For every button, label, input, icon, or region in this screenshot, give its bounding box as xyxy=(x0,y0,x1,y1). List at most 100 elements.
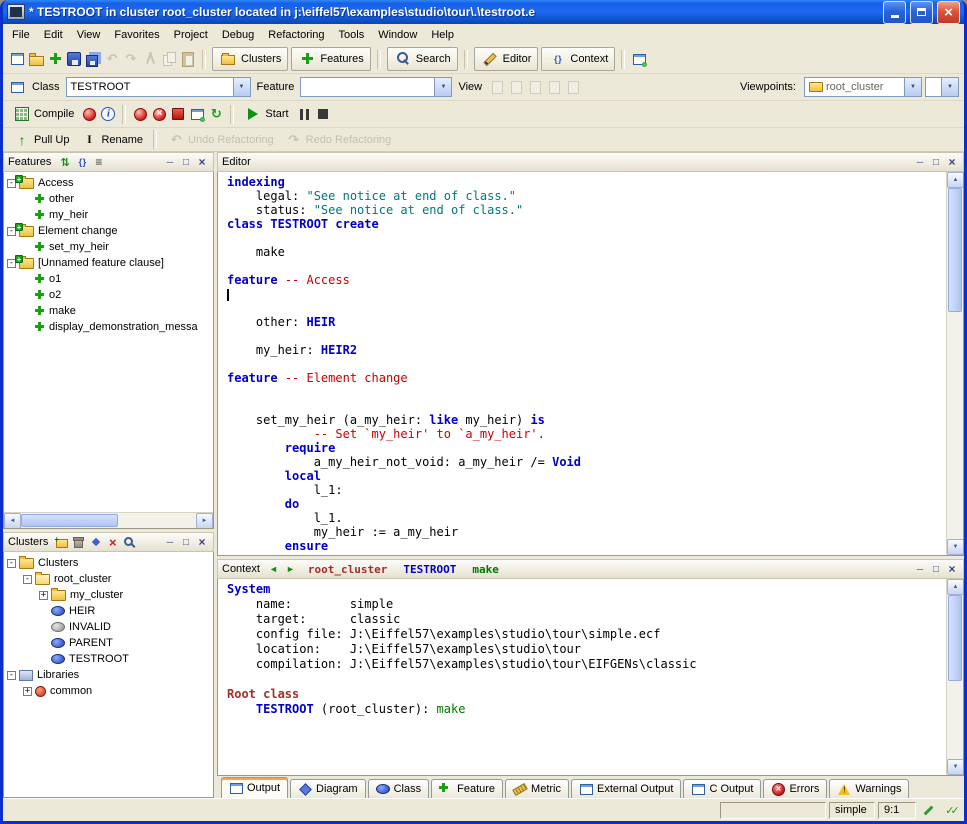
search-toggle-button[interactable]: Search xyxy=(387,47,458,71)
scroll-right-icon[interactable] xyxy=(196,513,213,529)
refresh-icon[interactable] xyxy=(207,105,225,123)
chevron-down-icon[interactable] xyxy=(434,78,451,96)
context-output[interactable]: System name: simple target: classic conf… xyxy=(218,579,946,775)
tree-item-heir[interactable]: HEIR xyxy=(4,603,213,619)
features-toggle-button[interactable]: Features xyxy=(291,47,370,71)
minimize-panel-icon[interactable] xyxy=(913,156,927,169)
tree-item-make[interactable]: make xyxy=(4,303,213,319)
delete-item-icon[interactable] xyxy=(71,535,86,549)
add-cluster-icon[interactable] xyxy=(54,535,69,549)
tree-item-my-cluster[interactable]: +my_cluster xyxy=(4,587,213,603)
scroll-up-icon[interactable] xyxy=(947,172,964,188)
feature-combo[interactable] xyxy=(300,77,452,97)
scroll-down-icon[interactable] xyxy=(947,539,964,555)
tab-feature[interactable]: Feature xyxy=(431,779,503,798)
tab-output[interactable]: Output xyxy=(221,777,288,798)
menu-window[interactable]: Window xyxy=(371,26,424,44)
vscroll-thumb[interactable] xyxy=(948,188,962,312)
tab-diagram[interactable]: Diagram xyxy=(290,779,366,798)
expand-icon[interactable]: + xyxy=(39,591,48,600)
tree-item-display-demonstration-messa[interactable]: display_demonstration_messa xyxy=(4,319,213,335)
save-all-icon[interactable] xyxy=(84,50,102,68)
start-button[interactable]: Start xyxy=(239,103,293,125)
tree-item-my-heir[interactable]: my_heir xyxy=(4,207,213,223)
tree-item-o1[interactable]: o1 xyxy=(4,271,213,287)
scroll-down-icon[interactable] xyxy=(947,759,964,775)
maximize-panel-icon[interactable] xyxy=(929,563,943,576)
maximize-panel-icon[interactable] xyxy=(929,156,943,169)
class-tool-icon[interactable] xyxy=(8,78,26,96)
melt-icon[interactable] xyxy=(80,105,98,123)
vscroll-thumb[interactable] xyxy=(948,595,962,681)
rename-button[interactable]: Rename xyxy=(75,129,148,151)
tab-external-output[interactable]: External Output xyxy=(571,779,681,798)
context-toggle-button[interactable]: Context xyxy=(541,47,615,71)
hscroll-track[interactable] xyxy=(21,513,196,528)
history-back-icon[interactable] xyxy=(266,562,281,576)
editor-vscrollbar[interactable] xyxy=(946,172,963,555)
context-crumb-testroot[interactable]: TESTROOT xyxy=(403,563,456,576)
diamond-icon[interactable] xyxy=(88,535,103,549)
menu-tools[interactable]: Tools xyxy=(332,26,372,44)
menu-help[interactable]: Help xyxy=(424,26,461,44)
double-check-icon[interactable] xyxy=(941,802,960,819)
editor-code[interactable]: indexing legal: "See notice at end of cl… xyxy=(218,172,946,555)
tree-item-invalid[interactable]: INVALID xyxy=(4,619,213,635)
edit-mode-pencil-icon[interactable] xyxy=(919,802,938,819)
close-button[interactable] xyxy=(937,1,960,24)
sort-features-icon[interactable] xyxy=(57,155,72,169)
tree-item-other[interactable]: other xyxy=(4,191,213,207)
tree-item-root-cluster[interactable]: -root_cluster xyxy=(4,571,213,587)
collapse-icon[interactable]: - xyxy=(23,575,32,584)
scroll-up-icon[interactable] xyxy=(947,579,964,595)
chevron-down-icon[interactable] xyxy=(904,78,921,96)
tree-item-clusters[interactable]: -Clusters xyxy=(4,555,213,571)
feature-list-icon[interactable] xyxy=(91,155,106,169)
feature-signature-icon[interactable] xyxy=(74,155,89,169)
menu-file[interactable]: File xyxy=(5,26,37,44)
collapse-icon[interactable]: - xyxy=(7,559,16,568)
remove-icon[interactable] xyxy=(105,535,120,549)
tab-metric[interactable]: Metric xyxy=(505,779,569,798)
open-icon[interactable] xyxy=(27,50,45,68)
editor-toggle-button[interactable]: Editor xyxy=(474,47,539,71)
tree-item-common[interactable]: +common xyxy=(4,683,213,699)
new-item-icon[interactable] xyxy=(46,50,64,68)
minimize-panel-icon[interactable] xyxy=(163,156,177,169)
chevron-down-icon[interactable] xyxy=(233,78,250,96)
stop-icon[interactable] xyxy=(314,105,332,123)
finalize-icon[interactable] xyxy=(150,105,168,123)
minimize-button[interactable] xyxy=(883,1,906,24)
tree-item-element-change[interactable]: -Element change xyxy=(4,223,213,239)
viewpoints-combo[interactable]: root_cluster xyxy=(804,77,922,97)
menu-view[interactable]: View xyxy=(70,26,108,44)
compile-button[interactable]: Compile xyxy=(8,103,79,125)
collapse-icon[interactable]: - xyxy=(7,671,16,680)
context-crumb-root-cluster[interactable]: root_cluster xyxy=(308,563,387,576)
new-window-icon[interactable] xyxy=(8,50,26,68)
compile-info-icon[interactable] xyxy=(99,105,117,123)
pull-up-button[interactable]: Pull Up xyxy=(8,129,74,151)
close-panel-icon[interactable] xyxy=(945,156,959,169)
scroll-left-icon[interactable] xyxy=(4,513,21,529)
expand-icon[interactable]: + xyxy=(23,687,32,696)
menu-edit[interactable]: Edit xyxy=(37,26,70,44)
hscroll-thumb[interactable] xyxy=(21,514,118,527)
menu-favorites[interactable]: Favorites xyxy=(107,26,166,44)
tree-item-access[interactable]: -Access xyxy=(4,175,213,191)
menu-refactoring[interactable]: Refactoring xyxy=(261,26,331,44)
maximize-panel-icon[interactable] xyxy=(179,156,193,169)
clusters-toggle-button[interactable]: Clusters xyxy=(212,47,288,71)
save-icon[interactable] xyxy=(65,50,83,68)
tree-item-parent[interactable]: PARENT xyxy=(4,635,213,651)
menu-project[interactable]: Project xyxy=(167,26,215,44)
minimize-panel-icon[interactable] xyxy=(163,536,177,549)
close-panel-icon[interactable] xyxy=(945,563,959,576)
freeze-icon[interactable] xyxy=(131,105,149,123)
close-panel-icon[interactable] xyxy=(195,536,209,549)
close-panel-icon[interactable] xyxy=(195,156,209,169)
search-cluster-icon[interactable] xyxy=(122,535,137,549)
tree-item-set-my-heir[interactable]: set_my_heir xyxy=(4,239,213,255)
tree-item-libraries[interactable]: -Libraries xyxy=(4,667,213,683)
external-commands-icon[interactable] xyxy=(630,50,648,68)
